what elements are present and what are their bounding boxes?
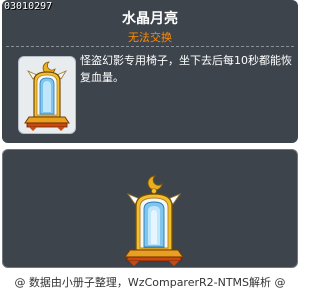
item-name: 水晶月亮	[122, 11, 178, 27]
preview-image	[121, 174, 187, 270]
item-tooltip: 03010297 水晶月亮 无法交换 怪盗幻影专用椅子，坐下去后每10秒都能恢复…	[2, 0, 298, 143]
crystal-moon-chair-preview	[124, 175, 184, 266]
item-icon-frame	[18, 56, 76, 134]
divider	[6, 46, 294, 47]
preview-panel	[2, 149, 298, 268]
footer-credit: @ 数据由小册子整理，WzComparerR2-NTMS解析 @	[14, 276, 286, 289]
crystal-moon-chair-icon	[24, 61, 70, 131]
trade-status: 无法交换	[128, 31, 172, 44]
item-description: 怪盗幻影专用椅子，坐下去后每10秒都能恢复血量。	[80, 54, 292, 84]
